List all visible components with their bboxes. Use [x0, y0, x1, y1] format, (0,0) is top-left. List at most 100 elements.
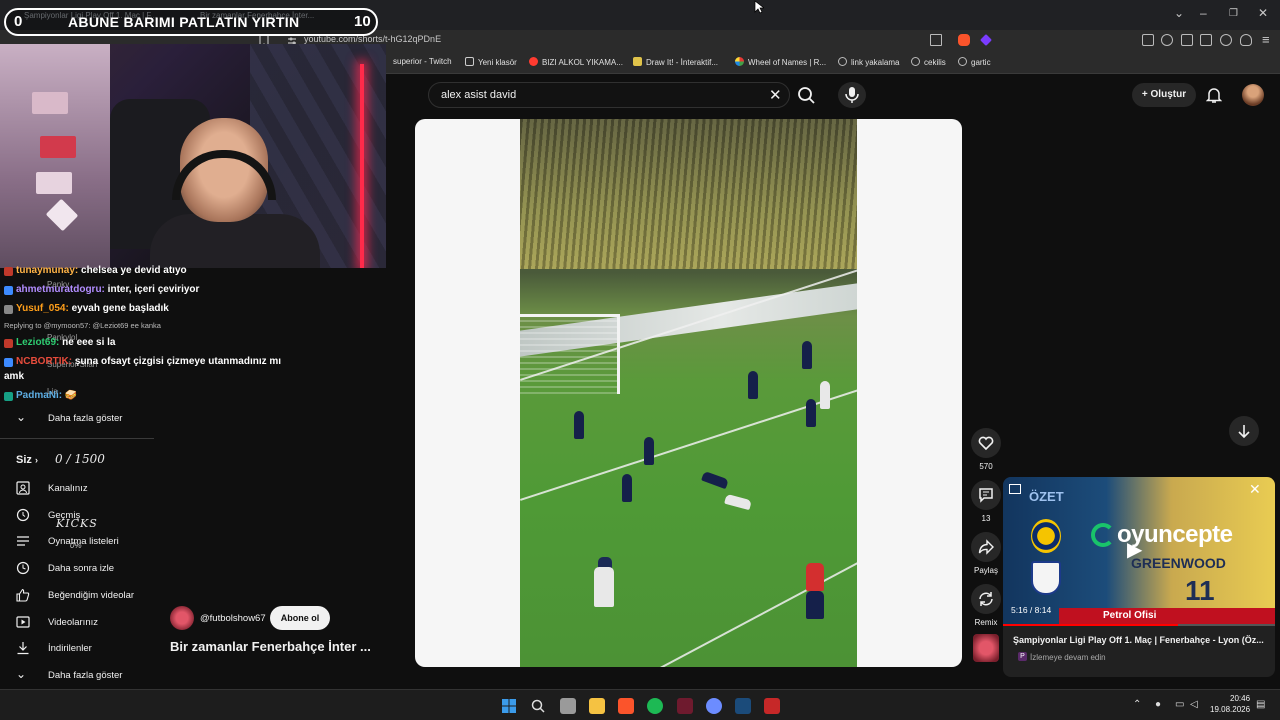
globe-icon: [958, 57, 967, 66]
expand-player-icon[interactable]: [1009, 484, 1021, 494]
player: [806, 591, 824, 619]
brand-logo-icon: [1091, 523, 1115, 547]
bookmark-gartic[interactable]: gartic: [958, 57, 991, 67]
subscribe-button[interactable]: Abone ol: [270, 606, 330, 630]
extensions-icon[interactable]: [1142, 34, 1154, 46]
tray-chevron-icon[interactable]: ⌃: [1133, 699, 1141, 710]
brave-browser-icon[interactable]: [618, 698, 634, 714]
search-box[interactable]: alex asist david ✕: [428, 82, 790, 108]
like-button[interactable]: [971, 428, 1001, 458]
sidebar-icon[interactable]: [1181, 34, 1193, 46]
close-mini-player-icon[interactable]: ✕: [1249, 481, 1261, 498]
maximize-icon[interactable]: ❐: [1229, 8, 1238, 19]
mic-tray-icon[interactable]: ●: [1155, 699, 1161, 710]
app-icon[interactable]: [706, 698, 722, 714]
chevron-right-icon: ›: [34, 455, 38, 465]
vpn-icon[interactable]: [1220, 34, 1232, 46]
chat-message: PadmaNi: 🥪: [4, 390, 77, 401]
brave-shield-icon[interactable]: [958, 34, 970, 46]
next-short-button[interactable]: [1229, 416, 1259, 446]
media-icon[interactable]: [1161, 34, 1173, 46]
share-button[interactable]: [971, 532, 1001, 562]
bookmark-draw-it[interactable]: Draw It! - İnteraktif...: [633, 57, 718, 67]
chat-badge: [4, 358, 13, 367]
account-avatar[interactable]: [1242, 84, 1264, 106]
volume-icon[interactable]: ◁: [1190, 699, 1198, 710]
mini-player[interactable]: ÖZET ✕ oyuncepte GREENWOOD 11 ▶ Petrol O…: [1003, 477, 1275, 677]
globe-icon: [838, 57, 847, 66]
short-title[interactable]: Bir zamanlar Fenerbahçe İnter ...: [170, 639, 371, 654]
app-icon[interactable]: [677, 698, 693, 714]
video-frame: [520, 119, 857, 667]
steam-icon[interactable]: [735, 698, 751, 714]
tab-search-icon[interactable]: ⌄: [1174, 6, 1184, 20]
spotify-icon[interactable]: [647, 698, 663, 714]
notifications-bell-icon[interactable]: [1206, 86, 1222, 104]
playlist-icon: [17, 536, 29, 546]
wallet-icon[interactable]: [1200, 34, 1212, 46]
summary-tag: ÖZET: [1029, 489, 1064, 504]
screen: Şampiyonlar Ligi Play Off 1. Maç | F... …: [0, 0, 1280, 720]
chat-badge: [4, 305, 13, 314]
brave-rewards-icon[interactable]: [980, 34, 992, 46]
history-icon: [16, 508, 30, 522]
app-icon[interactable]: [764, 698, 780, 714]
mini-player-channel-avatar[interactable]: [973, 634, 999, 662]
neon-light: [360, 64, 364, 268]
shield-icon[interactable]: [1240, 34, 1252, 46]
file-explorer-icon[interactable]: [589, 698, 605, 714]
taskbar-search-icon[interactable]: [530, 698, 546, 714]
minimize-icon[interactable]: –: [1200, 6, 1207, 20]
sidebar-divider: [0, 438, 154, 439]
voice-search-button[interactable]: [838, 82, 866, 108]
channel-avatar[interactable]: [170, 606, 194, 630]
bookmark-alkol[interactable]: BIZI ALKOL YIKAMA...: [529, 57, 623, 67]
comment-button[interactable]: [971, 480, 1001, 510]
windows-start-icon[interactable]: [501, 698, 517, 714]
chat-badge: [4, 286, 13, 295]
arrow-down-icon: [1238, 425, 1250, 439]
bookmark-yeni-klasor[interactable]: Yeni klasör: [465, 57, 517, 67]
bookmark-cekilis[interactable]: cekilis: [911, 57, 946, 67]
goal-target: 10: [354, 13, 371, 30]
heart-icon: [978, 436, 994, 451]
bookmark-link-yakalama[interactable]: link yakalama: [838, 57, 899, 67]
streamer-body: [150, 214, 320, 268]
search-input[interactable]: alex asist david: [441, 89, 516, 101]
remix-button[interactable]: [971, 584, 1001, 614]
bookmark-superior-twitch[interactable]: superior - Twitch: [393, 57, 452, 66]
menu-icon[interactable]: ≡: [1262, 32, 1270, 47]
mini-player-video[interactable]: ÖZET ✕ oyuncepte GREENWOOD 11 ▶ Petrol O…: [1003, 477, 1275, 626]
notification-center-icon[interactable]: ▤: [1256, 699, 1265, 710]
close-window-icon[interactable]: ✕: [1258, 6, 1268, 20]
webcam-feed: [0, 44, 386, 268]
chevron-down-icon: ⌄: [16, 410, 27, 424]
chat-badge: [4, 339, 13, 348]
search-icon[interactable]: [792, 82, 822, 108]
taskbar: [0, 689, 1280, 720]
clear-search-icon[interactable]: ✕: [769, 86, 782, 104]
youtube-icon: [529, 57, 538, 66]
wheel-icon: [735, 57, 744, 66]
kicks-percent: 0%: [70, 541, 82, 550]
mini-player-title[interactable]: Şampiyonlar Ligi Play Off 1. Maç | Fener…: [1013, 635, 1264, 645]
player: [820, 381, 830, 409]
share-icon: [978, 539, 994, 555]
crowd: [520, 119, 857, 269]
overlay-counter: 0 / 1500: [55, 452, 105, 466]
shelf-item: [32, 92, 68, 114]
bookmark-wheel-of-names[interactable]: Wheel of Names | R...: [735, 57, 826, 67]
mini-player-progress[interactable]: [1003, 624, 1275, 626]
chat-message: NCBORTIK: şuna ofsayt çizgisi çizmeye ut…: [4, 356, 281, 367]
cast-icon[interactable]: [930, 34, 942, 46]
task-view-icon[interactable]: [560, 698, 576, 714]
sidebar-you-heading[interactable]: Siz ›: [16, 454, 38, 466]
short-video-player[interactable]: [415, 119, 962, 667]
network-icon[interactable]: ▭: [1175, 699, 1184, 710]
play-icon[interactable]: ▶: [1127, 537, 1142, 562]
mini-player-subtitle: İzlemeye devam edin: [1030, 653, 1106, 662]
create-button[interactable]: + Oluştur: [1132, 83, 1196, 107]
system-clock[interactable]: 20:46 19.08.2026: [1210, 693, 1250, 715]
channel-name[interactable]: @futbolshow67: [200, 613, 266, 624]
clock-date: 19.08.2026: [1210, 705, 1251, 714]
